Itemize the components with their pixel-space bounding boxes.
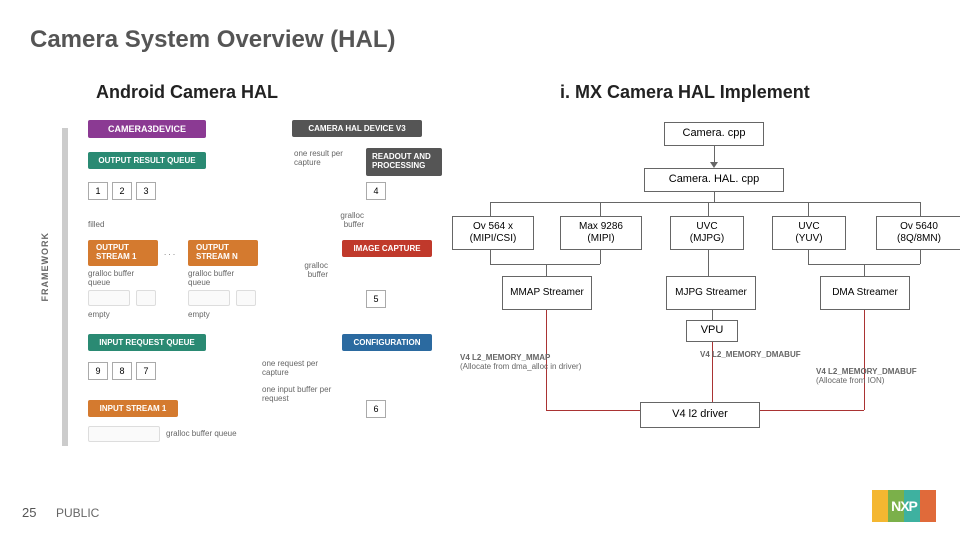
left-column-title: Android Camera HAL <box>96 82 278 103</box>
connector <box>920 202 921 216</box>
image-capture-label: IMAGE CAPTURE <box>342 240 432 257</box>
empty-label-1: empty <box>88 310 110 319</box>
connector <box>600 250 601 264</box>
dma-streamer-box: DMA Streamer <box>820 276 910 310</box>
sensor-ov5640-box: Ov 5640(8Q/8MN) <box>876 216 960 250</box>
connector <box>808 250 809 264</box>
ghost-box <box>136 290 156 306</box>
page-number: 25 <box>22 505 36 520</box>
one-input-buffer-per-request-label: one input buffer per request <box>262 386 344 404</box>
filled-label: filled <box>88 220 104 229</box>
readout-and-processing-label: READOUT AND PROCESSING <box>366 148 442 176</box>
v4l2-memory-mmap-label: V4 L2_MEMORY_MMAP(Allocate from dma_allo… <box>460 354 630 372</box>
right-diagram: Camera. cpp Camera. HAL. cpp Ov 564 x(MI… <box>460 112 950 462</box>
output-stream-n-label: OUTPUT STREAM N <box>188 240 258 266</box>
one-request-per-capture-label: one request per capture <box>262 360 334 378</box>
connector <box>600 202 601 216</box>
sensor-max9286-box: Max 9286(MIPI) <box>560 216 642 250</box>
cell-4: 4 <box>366 182 386 200</box>
cell-8: 8 <box>112 362 132 380</box>
v4l2-memory-dmabuf1-label: V4 L2_MEMORY_DMABUF <box>700 350 830 359</box>
connector <box>490 264 600 265</box>
cell-7: 7 <box>136 362 156 380</box>
cell-6: 6 <box>366 400 386 418</box>
gralloc-buffer-mid-label: gralloc buffer <box>292 262 328 280</box>
v4l2-driver-box: V4 l2 driver <box>640 402 760 428</box>
ghost-box <box>88 426 160 442</box>
input-stream-1-label: INPUT STREAM 1 <box>88 400 178 417</box>
connector <box>714 192 715 202</box>
connector <box>808 202 809 216</box>
camera3device-label: CAMERA3DEVICE <box>88 120 206 138</box>
sensor-ov564x-box: Ov 564 x(MIPI/CSI) <box>452 216 534 250</box>
connector <box>708 250 709 276</box>
connector <box>864 310 865 410</box>
sensor-uvc-mjpg-box: UVC(MJPG) <box>670 216 744 250</box>
one-result-per-capture-label: one result per capture <box>294 150 364 168</box>
output-result-queue-label: OUTPUT RESULT QUEUE <box>88 152 206 169</box>
configuration-label: CONFIGURATION <box>342 334 432 351</box>
gralloc-buffer-queue-1-label: gralloc buffer queue <box>88 270 148 288</box>
connector <box>546 264 547 276</box>
sensor-uvc-yuv-box: UVC(YUV) <box>772 216 846 250</box>
connector <box>490 202 491 216</box>
output-stream-1-label: OUTPUT STREAM 1 <box>88 240 158 266</box>
connector <box>712 310 713 320</box>
nxp-logo: NXP <box>872 490 936 522</box>
mjpg-streamer-box: MJPG Streamer <box>666 276 756 310</box>
framework-bar <box>62 128 68 446</box>
cell-5: 5 <box>366 290 386 308</box>
camera-cpp-box: Camera. cpp <box>664 122 764 146</box>
framework-label: FRAMEWORK <box>40 232 50 302</box>
connector <box>708 202 709 216</box>
left-diagram: FRAMEWORK CAMERA3DEVICE CAMERA HAL DEVIC… <box>32 112 462 462</box>
camera-hal-device-v3-label: CAMERA HAL DEVICE V3 <box>292 120 422 137</box>
cell-2: 2 <box>112 182 132 200</box>
connector <box>490 202 920 203</box>
gralloc-buffer-queue-2-label: gralloc buffer queue <box>188 270 248 288</box>
cell-1: 1 <box>88 182 108 200</box>
cell-9: 9 <box>88 362 108 380</box>
cell-3: 3 <box>136 182 156 200</box>
ghost-box <box>236 290 256 306</box>
public-label: PUBLIC <box>56 506 99 520</box>
gralloc-buffer-top-label: gralloc buffer <box>328 212 364 230</box>
mmap-streamer-box: MMAP Streamer <box>502 276 592 310</box>
ghost-box <box>188 290 230 306</box>
connector <box>490 250 491 264</box>
connector <box>864 264 865 276</box>
vpu-box: VPU <box>686 320 738 342</box>
page-title: Camera System Overview (HAL) <box>30 26 395 54</box>
ellipsis-label: . . . <box>164 248 175 257</box>
gralloc-buffer-queue-bottom-label: gralloc buffer queue <box>166 430 246 439</box>
empty-label-2: empty <box>188 310 210 319</box>
right-column-title: i. MX Camera HAL Implement <box>560 82 810 103</box>
v4l2-memory-dmabuf2-label: V4 L2_MEMORY_DMABUF(Allocate from ION) <box>816 368 946 386</box>
camera-hal-cpp-box: Camera. HAL. cpp <box>644 168 784 192</box>
input-request-queue-label: INPUT REQUEST QUEUE <box>88 334 206 351</box>
ghost-box <box>88 290 130 306</box>
connector <box>920 250 921 264</box>
